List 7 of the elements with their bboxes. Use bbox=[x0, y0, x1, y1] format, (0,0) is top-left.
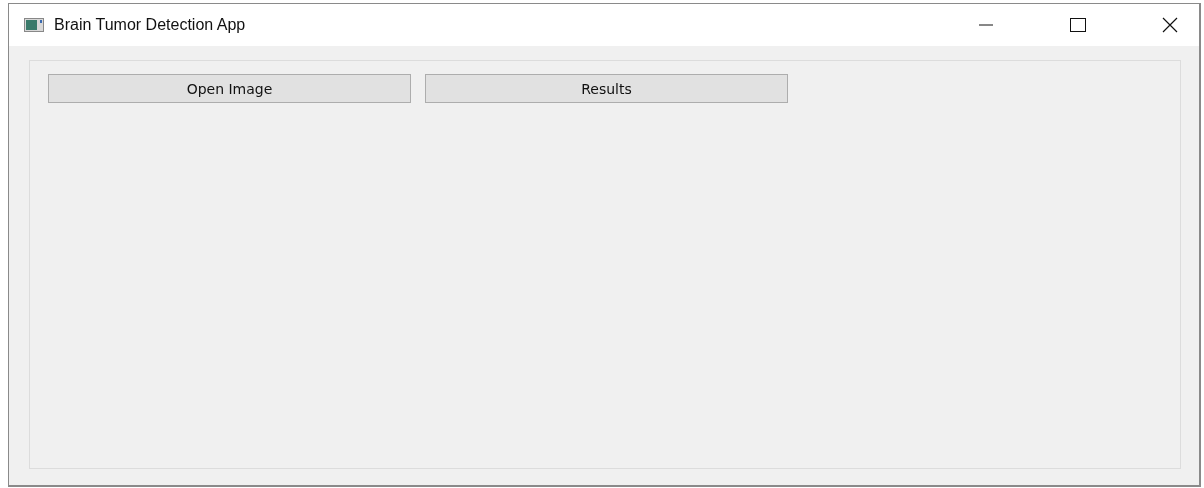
minimize-icon bbox=[979, 24, 993, 26]
maximize-icon bbox=[1070, 18, 1086, 32]
window-title: Brain Tumor Detection App bbox=[54, 16, 247, 34]
action-button[interactable]: Results bbox=[425, 74, 788, 103]
action-button[interactable]: Open Image bbox=[48, 74, 411, 103]
app-icon bbox=[24, 18, 44, 32]
close-icon bbox=[1162, 17, 1178, 33]
